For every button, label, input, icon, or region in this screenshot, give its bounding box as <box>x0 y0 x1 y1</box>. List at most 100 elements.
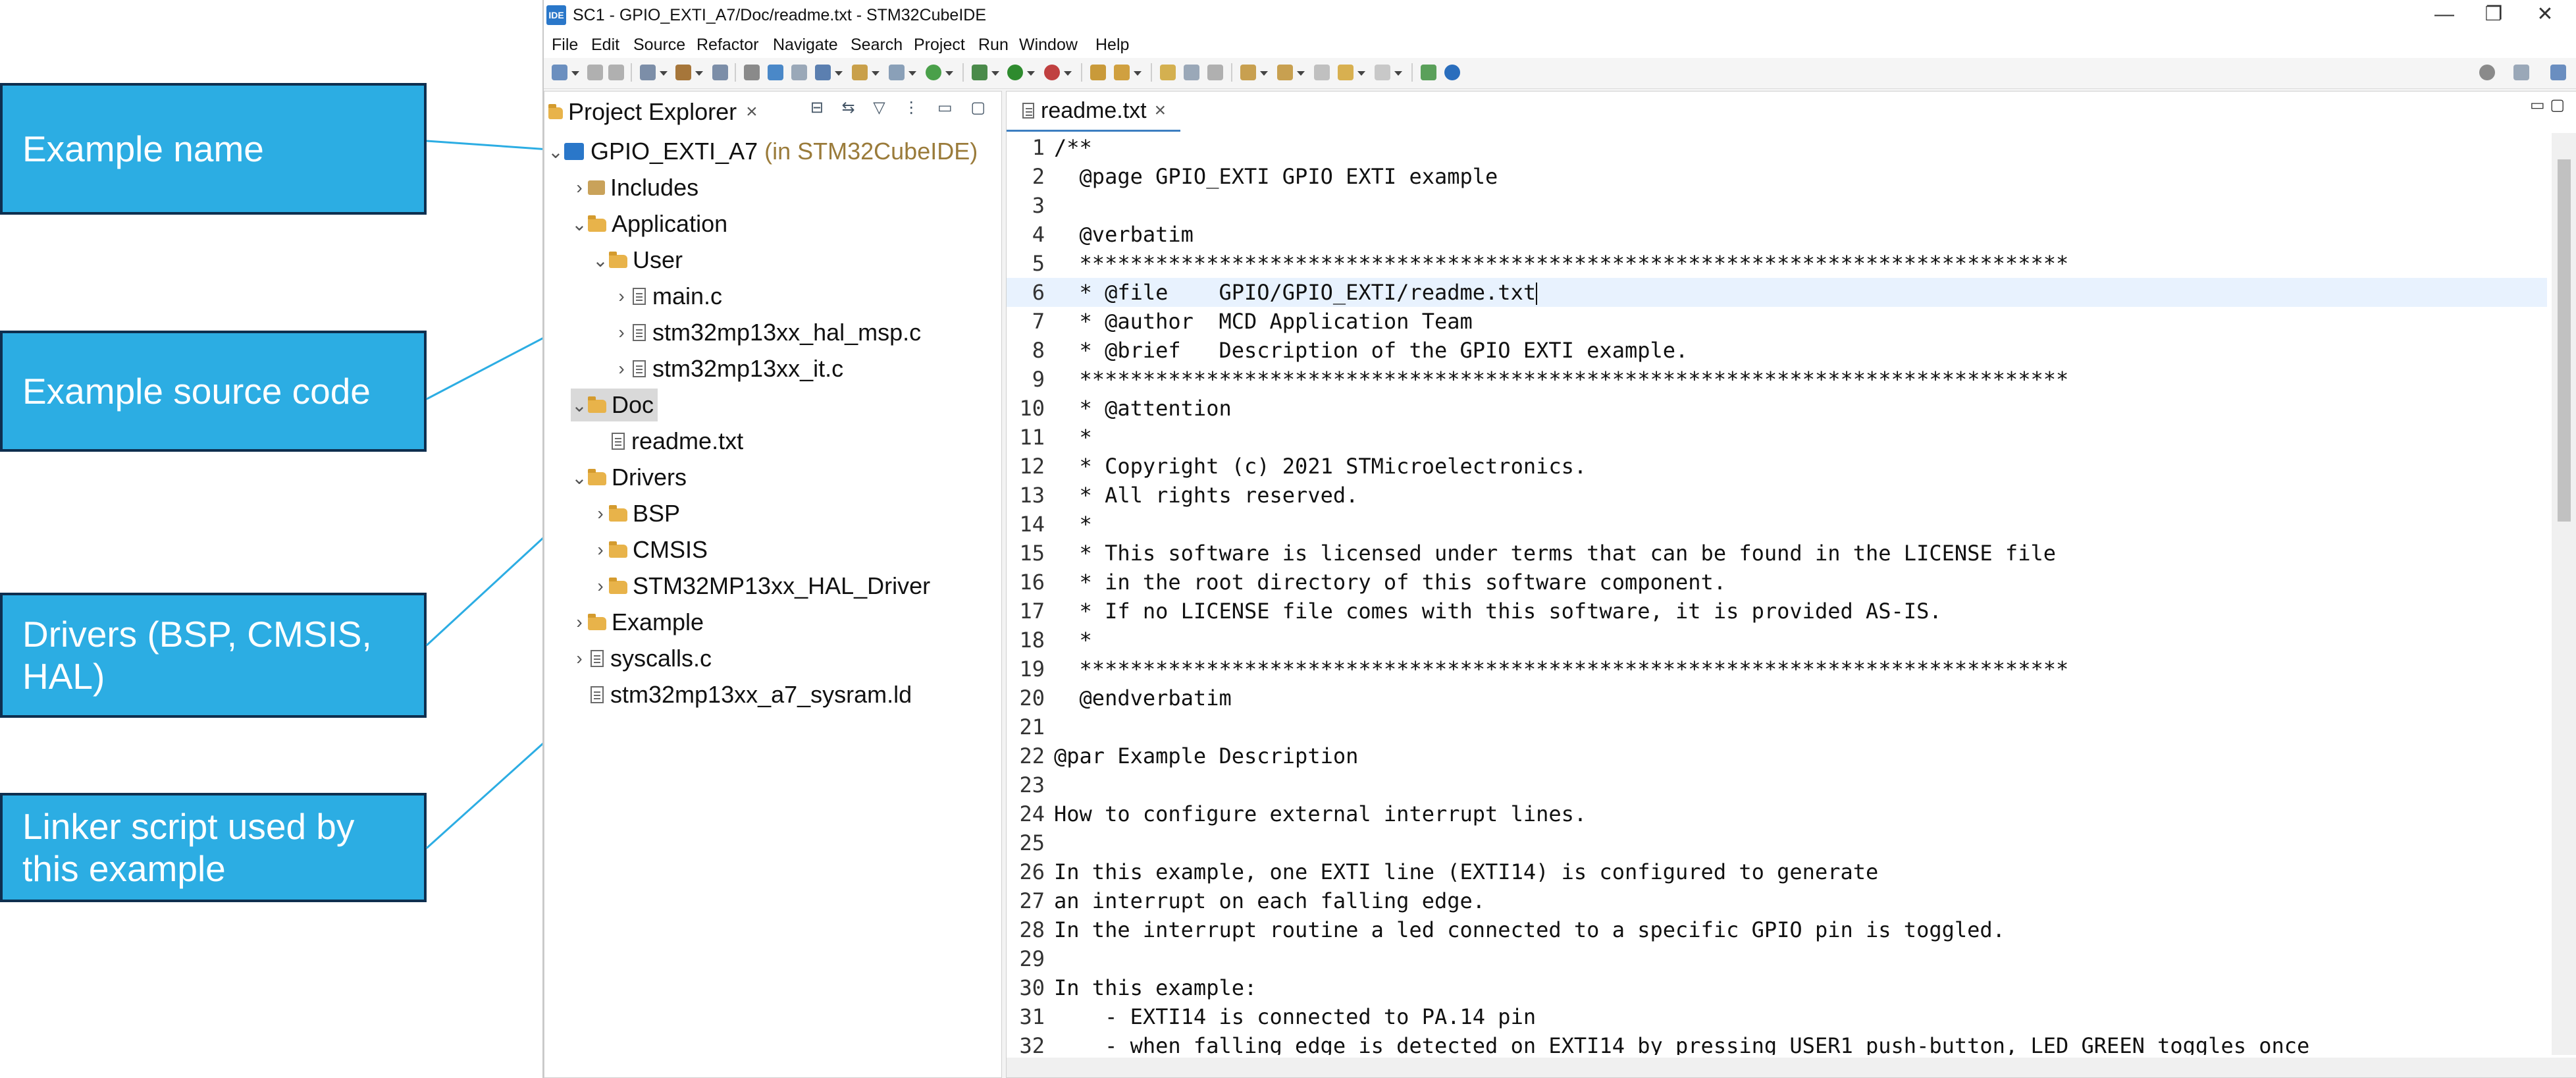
prev-annotation-icon[interactable] <box>1277 65 1293 80</box>
menu-source[interactable]: Source <box>633 36 685 55</box>
last-edit-icon[interactable] <box>1314 65 1330 80</box>
build-icon[interactable] <box>675 65 691 80</box>
search-tool-icon[interactable] <box>1114 65 1130 80</box>
chevron-right-icon[interactable]: › <box>571 648 588 669</box>
build-dropdown-icon[interactable] <box>695 71 703 76</box>
code-line[interactable]: 8 * @brief Description of the GPIO EXTI … <box>1007 336 2547 365</box>
run-dropdown-icon[interactable] <box>1027 71 1035 76</box>
editor-window-controls[interactable]: ▭ ▢ <box>2530 95 2565 114</box>
scrollbar-thumb[interactable] <box>2558 159 2571 522</box>
menu-search[interactable]: Search <box>851 36 903 55</box>
info-icon[interactable] <box>1444 65 1460 80</box>
new-icon[interactable] <box>552 65 567 80</box>
forward-dropdown-icon[interactable] <box>1394 71 1402 76</box>
code-line[interactable]: 17 * If no LICENSE file comes with this … <box>1007 597 2547 626</box>
tab-readme[interactable]: readme.txt × <box>1007 92 1181 132</box>
code-line[interactable]: 26 In this example, one EXTI line (EXTI14… <box>1007 857 2547 886</box>
code-line[interactable]: 5 **************************************… <box>1007 249 2547 278</box>
save-all-icon[interactable] <box>608 65 624 80</box>
vertical-scrollbar[interactable] <box>2552 133 2576 1055</box>
save-icon[interactable] <box>587 65 603 80</box>
build-config-dropdown-icon[interactable] <box>660 71 668 76</box>
run-icon[interactable] <box>1007 65 1023 80</box>
back-icon[interactable] <box>1338 65 1354 80</box>
code-line[interactable]: 3 <box>1007 191 2547 220</box>
code-line[interactable]: 4 @verbatim <box>1007 220 2547 249</box>
search-tool-dropdown-icon[interactable] <box>1134 71 1142 76</box>
tree-item-doc[interactable]: ⌄ Doc <box>571 389 658 421</box>
horizontal-scrollbar[interactable] <box>1007 1058 2576 1077</box>
toggle-highlight-icon[interactable] <box>1160 65 1176 80</box>
debug-icon[interactable] <box>972 65 987 80</box>
cpp-perspective-icon[interactable] <box>2550 65 2566 80</box>
code-line[interactable]: 6 * @file GPIO/GPIO_EXTI/readme.txt <box>1007 278 2547 307</box>
menu-navigate[interactable]: Navigate <box>773 36 838 55</box>
tree-item-hal-driver[interactable]: › STM32MP13xx_HAL_Driver <box>592 570 930 603</box>
code-line[interactable]: 18 * <box>1007 626 2547 655</box>
tree-item-bsp[interactable]: › BSP <box>592 497 680 530</box>
code-line[interactable]: 23 <box>1007 770 2547 799</box>
tree-item-linker-script[interactable]: stm32mp13xx_a7_sysram.ld <box>588 678 912 711</box>
chevron-down-icon[interactable]: ⌄ <box>592 250 609 271</box>
tree-item-main-c[interactable]: › main.c <box>613 280 722 313</box>
chevron-right-icon[interactable]: › <box>592 539 609 560</box>
chevron-right-icon[interactable]: › <box>592 503 609 524</box>
search-icon[interactable] <box>2479 65 2495 80</box>
chevron-down-icon[interactable]: ⌄ <box>571 213 588 235</box>
chevron-right-icon[interactable]: › <box>592 576 609 597</box>
tree-item-hal-msp[interactable]: › stm32mp13xx_hal_msp.c <box>613 316 921 349</box>
chevron-right-icon[interactable]: › <box>613 286 630 307</box>
chevron-right-icon[interactable]: › <box>613 358 630 379</box>
toggle-mark-icon[interactable] <box>744 65 760 80</box>
device-config-icon[interactable] <box>768 65 783 80</box>
tree-item-syscalls[interactable]: › syscalls.c <box>571 642 712 675</box>
code-line[interactable]: 21 <box>1007 713 2547 741</box>
code-line[interactable]: 2 @page GPIO_EXTI GPIO EXTI example <box>1007 162 2547 191</box>
code-area[interactable]: 1/** 2 @page GPIO_EXTI GPIO EXTI example 3… <box>1007 133 2547 1055</box>
chevron-right-icon[interactable]: › <box>571 612 588 633</box>
menu-file[interactable]: File <box>552 36 578 55</box>
toggle-block-icon[interactable] <box>1184 65 1199 80</box>
tree-item-application[interactable]: ⌄ Application <box>571 207 727 240</box>
code-line[interactable]: 28 In the interrupt routine a led connect… <box>1007 915 2547 944</box>
open-task-icon[interactable] <box>1090 65 1106 80</box>
code-line[interactable]: 13 * All rights reserved. <box>1007 481 2547 510</box>
close-window-button[interactable]: ✕ <box>2512 0 2576 30</box>
chevron-down-icon[interactable]: ⌄ <box>547 141 564 163</box>
close-icon[interactable]: × <box>1155 99 1167 122</box>
code-line[interactable]: 11 * <box>1007 423 2547 452</box>
next-annotation-icon[interactable] <box>1240 65 1256 80</box>
tree-item-project[interactable]: ⌄ GPIO_EXTI_A7 (in STM32CubeIDE) <box>547 135 978 168</box>
chevron-down-icon[interactable]: ⌄ <box>571 467 588 489</box>
code-line[interactable]: 22 @par Example Description <box>1007 741 2547 770</box>
code-line[interactable]: 12 * Copyright (c) 2021 STMicroelectroni… <box>1007 452 2547 481</box>
menu-edit[interactable]: Edit <box>591 36 619 55</box>
tree-item-it-c[interactable]: › stm32mp13xx_it.c <box>613 352 843 385</box>
menu-window[interactable]: Window <box>1019 36 1078 55</box>
explorer-toolbar-icons[interactable]: ⊟ ⇆ ▽ ⋮ ▭ ▢ <box>810 98 992 117</box>
show-whitespace-icon[interactable] <box>1207 65 1223 80</box>
refresh-green-dropdown-icon[interactable] <box>945 71 953 76</box>
menu-help[interactable]: Help <box>1095 36 1129 55</box>
open-folder-icon[interactable] <box>852 65 868 80</box>
tree-item-cmsis[interactable]: › CMSIS <box>592 533 708 566</box>
tree-item-includes[interactable]: › Includes <box>571 171 698 204</box>
chevron-down-icon[interactable]: ⌄ <box>571 394 588 416</box>
code-line[interactable]: 16 * in the root directory of this softw… <box>1007 568 2547 597</box>
code-line[interactable]: 15 * This software is licensed under ter… <box>1007 539 2547 568</box>
external-tools-dropdown-icon[interactable] <box>1064 71 1072 76</box>
code-line[interactable]: 27 an interrupt on each falling edge. <box>1007 886 2547 915</box>
open-type-icon[interactable] <box>815 65 831 80</box>
code-line[interactable]: 32 - when falling edge is detected on EX… <box>1007 1031 2547 1055</box>
next-annotation-dropdown-icon[interactable] <box>1260 71 1268 76</box>
open-type-dropdown-icon[interactable] <box>835 71 843 76</box>
refresh-icon[interactable] <box>791 65 807 80</box>
code-line[interactable]: 30 In this example: <box>1007 973 2547 1002</box>
open-folder-dropdown-icon[interactable] <box>872 71 880 76</box>
code-line[interactable]: 9 **************************************… <box>1007 365 2547 394</box>
code-line[interactable]: 20 @endverbatim <box>1007 684 2547 713</box>
prev-annotation-dropdown-icon[interactable] <box>1297 71 1305 76</box>
perspective-icon[interactable] <box>2513 65 2529 80</box>
tree-item-example[interactable]: › Example <box>571 606 704 639</box>
debug-config-icon[interactable] <box>712 65 728 80</box>
